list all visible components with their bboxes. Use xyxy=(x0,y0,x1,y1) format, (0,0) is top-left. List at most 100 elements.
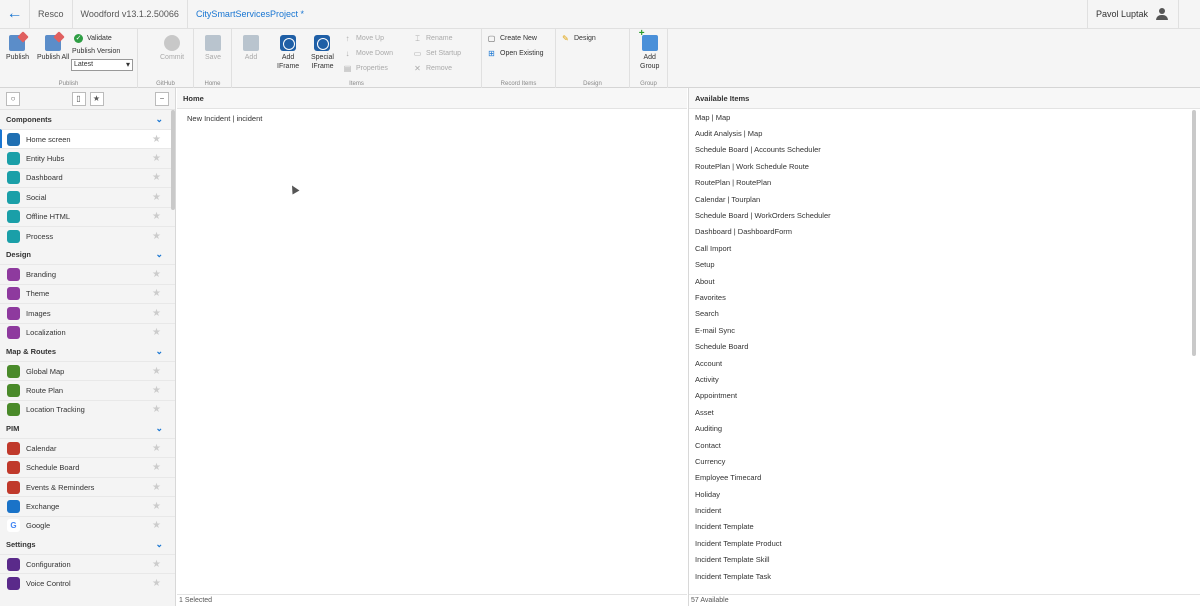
design-button[interactable]: ✎ Design xyxy=(561,34,596,43)
sidebar-item[interactable]: Exchange ★ xyxy=(0,496,175,516)
available-item[interactable]: Currency xyxy=(689,453,1200,469)
available-item[interactable]: Search xyxy=(689,306,1200,322)
available-item[interactable]: Setup xyxy=(689,257,1200,273)
available-item[interactable]: RoutePlan | Work Schedule Route xyxy=(689,158,1200,174)
favorite-star-icon[interactable]: ★ xyxy=(152,366,161,377)
sidebar-item[interactable]: Configuration ★ xyxy=(0,554,175,574)
available-item[interactable]: Account xyxy=(689,355,1200,371)
sidebar-item[interactable]: Dashboard ★ xyxy=(0,167,175,188)
section-header[interactable]: Design ⌄ xyxy=(0,245,175,264)
sidebar-item[interactable]: Home screen ★ xyxy=(0,129,175,149)
favorite-star-icon[interactable]: ★ xyxy=(152,462,161,473)
favorite-star-icon[interactable]: ★ xyxy=(152,288,161,299)
available-item[interactable]: Dashboard | DashboardForm xyxy=(689,224,1200,240)
available-item[interactable]: Asset xyxy=(689,404,1200,420)
title-menu-button[interactable] xyxy=(1178,0,1200,29)
collapse-icon[interactable]: − xyxy=(155,91,169,106)
available-item[interactable]: Incident xyxy=(689,502,1200,518)
available-scrollbar[interactable] xyxy=(1192,110,1196,356)
remove-button[interactable]: ✕ Remove xyxy=(413,64,452,73)
section-header[interactable]: PIM ⌄ xyxy=(0,419,175,438)
available-item[interactable]: E-mail Sync xyxy=(689,322,1200,338)
sidebar-item[interactable]: Entity Hubs ★ xyxy=(0,148,175,168)
properties-button[interactable]: ▤ Properties xyxy=(343,64,388,73)
favorite-star-icon[interactable]: ★ xyxy=(152,443,161,454)
back-arrow-icon[interactable]: ← xyxy=(0,0,29,29)
favorite-star-icon[interactable]: ★ xyxy=(152,153,161,164)
available-item[interactable]: Schedule Board xyxy=(689,338,1200,354)
sidebar-item[interactable]: Social ★ xyxy=(0,187,175,207)
available-item[interactable]: Schedule Board | Accounts Scheduler xyxy=(689,142,1200,158)
sidebar-item[interactable]: Calendar ★ xyxy=(0,438,175,458)
available-item[interactable]: Activity xyxy=(689,371,1200,387)
project-name[interactable]: CitySmartServicesProject * xyxy=(186,0,312,29)
favorite-star-icon[interactable]: ★ xyxy=(152,172,161,183)
favorite-star-icon[interactable]: ★ xyxy=(152,385,161,396)
sidebar-item[interactable]: Offline HTML ★ xyxy=(0,206,175,226)
available-item[interactable]: Incident Template Skill xyxy=(689,552,1200,568)
available-item[interactable]: Map | Map xyxy=(689,109,1200,125)
available-item[interactable]: Incident Template Task xyxy=(689,568,1200,584)
sidebar-item[interactable]: Location Tracking ★ xyxy=(0,399,175,420)
available-item[interactable]: Auditing xyxy=(689,420,1200,436)
user-menu[interactable]: Pavol Luptak xyxy=(1086,0,1178,29)
favorite-star-icon[interactable]: ★ xyxy=(152,327,161,338)
search-icon[interactable]: ○ xyxy=(6,91,20,106)
available-item[interactable]: Employee Timecard xyxy=(689,470,1200,486)
favorite-star-icon[interactable]: ★ xyxy=(152,134,161,145)
save-button[interactable]: Save xyxy=(205,35,221,62)
favorite-star-icon[interactable]: ★ xyxy=(152,404,161,415)
add-iframe-button[interactable]: Add IFrame xyxy=(277,35,299,71)
left-scrollbar[interactable] xyxy=(171,110,175,210)
add-button[interactable]: Add xyxy=(243,35,259,62)
favorite-star-icon[interactable]: ★ xyxy=(152,269,161,280)
star-icon[interactable]: ★ xyxy=(89,91,104,106)
sidebar-item[interactable]: Localization ★ xyxy=(0,322,175,342)
sidebar-item[interactable]: G Google ★ xyxy=(0,515,175,536)
favorite-star-icon[interactable]: ★ xyxy=(152,501,161,512)
favorite-star-icon[interactable]: ★ xyxy=(152,559,161,570)
sidebar-item[interactable]: Schedule Board ★ xyxy=(0,457,175,477)
favorite-star-icon[interactable]: ★ xyxy=(152,520,161,531)
available-item[interactable]: Call Import xyxy=(689,240,1200,256)
available-item[interactable]: Incident Template Product xyxy=(689,535,1200,551)
sidebar-item[interactable]: Global Map ★ xyxy=(0,360,175,381)
set-startup-button[interactable]: ▭ Set Startup xyxy=(413,49,461,58)
create-new-button[interactable]: ▢ Create New xyxy=(487,34,537,43)
favorite-star-icon[interactable]: ★ xyxy=(152,578,161,589)
add-group-button[interactable]: Add Group xyxy=(639,29,660,71)
available-item[interactable]: Holiday xyxy=(689,486,1200,502)
favorite-star-icon[interactable]: ★ xyxy=(152,192,161,203)
favorite-star-icon[interactable]: ★ xyxy=(152,211,161,222)
sidebar-item[interactable]: Voice Control ★ xyxy=(0,573,175,593)
section-header[interactable]: Settings ⌄ xyxy=(0,535,175,554)
sidebar-item[interactable]: Images ★ xyxy=(0,303,175,323)
publish-all-button[interactable]: Publish All xyxy=(37,35,69,62)
open-existing-button[interactable]: ⊞ Open Existing xyxy=(487,49,543,58)
available-item[interactable]: Audit Analysis | Map xyxy=(689,125,1200,141)
available-item[interactable]: About xyxy=(689,273,1200,289)
commit-button[interactable]: Commit xyxy=(160,35,184,62)
favorite-star-icon[interactable]: ★ xyxy=(152,482,161,493)
move-down-button[interactable]: ↓ Move Down xyxy=(343,49,393,58)
available-item[interactable]: Calendar | Tourplan xyxy=(689,191,1200,207)
available-item[interactable]: Favorites xyxy=(689,289,1200,305)
sidebar-item[interactable]: Process ★ xyxy=(0,225,175,246)
available-item[interactable]: RoutePlan | RoutePlan xyxy=(689,175,1200,191)
validate-button[interactable]: ✓ Validate xyxy=(74,34,112,43)
favorite-star-icon[interactable]: ★ xyxy=(152,231,161,242)
clipboard-icon[interactable]: ▯ xyxy=(71,91,86,106)
sidebar-item[interactable]: Events & Reminders ★ xyxy=(0,476,175,497)
move-up-button[interactable]: ↑ Move Up xyxy=(343,34,385,43)
available-item[interactable]: Schedule Board | WorkOrders Scheduler xyxy=(689,207,1200,223)
available-item[interactable]: Incident Template xyxy=(689,519,1200,535)
sidebar-item[interactable]: Route Plan ★ xyxy=(0,380,175,400)
section-header[interactable]: Components ⌄ xyxy=(0,110,175,129)
sidebar-item[interactable]: Branding ★ xyxy=(0,264,175,284)
app-name[interactable]: Resco xyxy=(29,0,72,29)
section-header[interactable]: Map & Routes ⌄ xyxy=(0,342,175,361)
home-item[interactable]: New Incident | incident xyxy=(177,109,687,123)
rename-button[interactable]: ⌶ Rename xyxy=(413,34,452,43)
available-item[interactable]: Appointment xyxy=(689,388,1200,404)
available-item[interactable]: Contact xyxy=(689,437,1200,453)
